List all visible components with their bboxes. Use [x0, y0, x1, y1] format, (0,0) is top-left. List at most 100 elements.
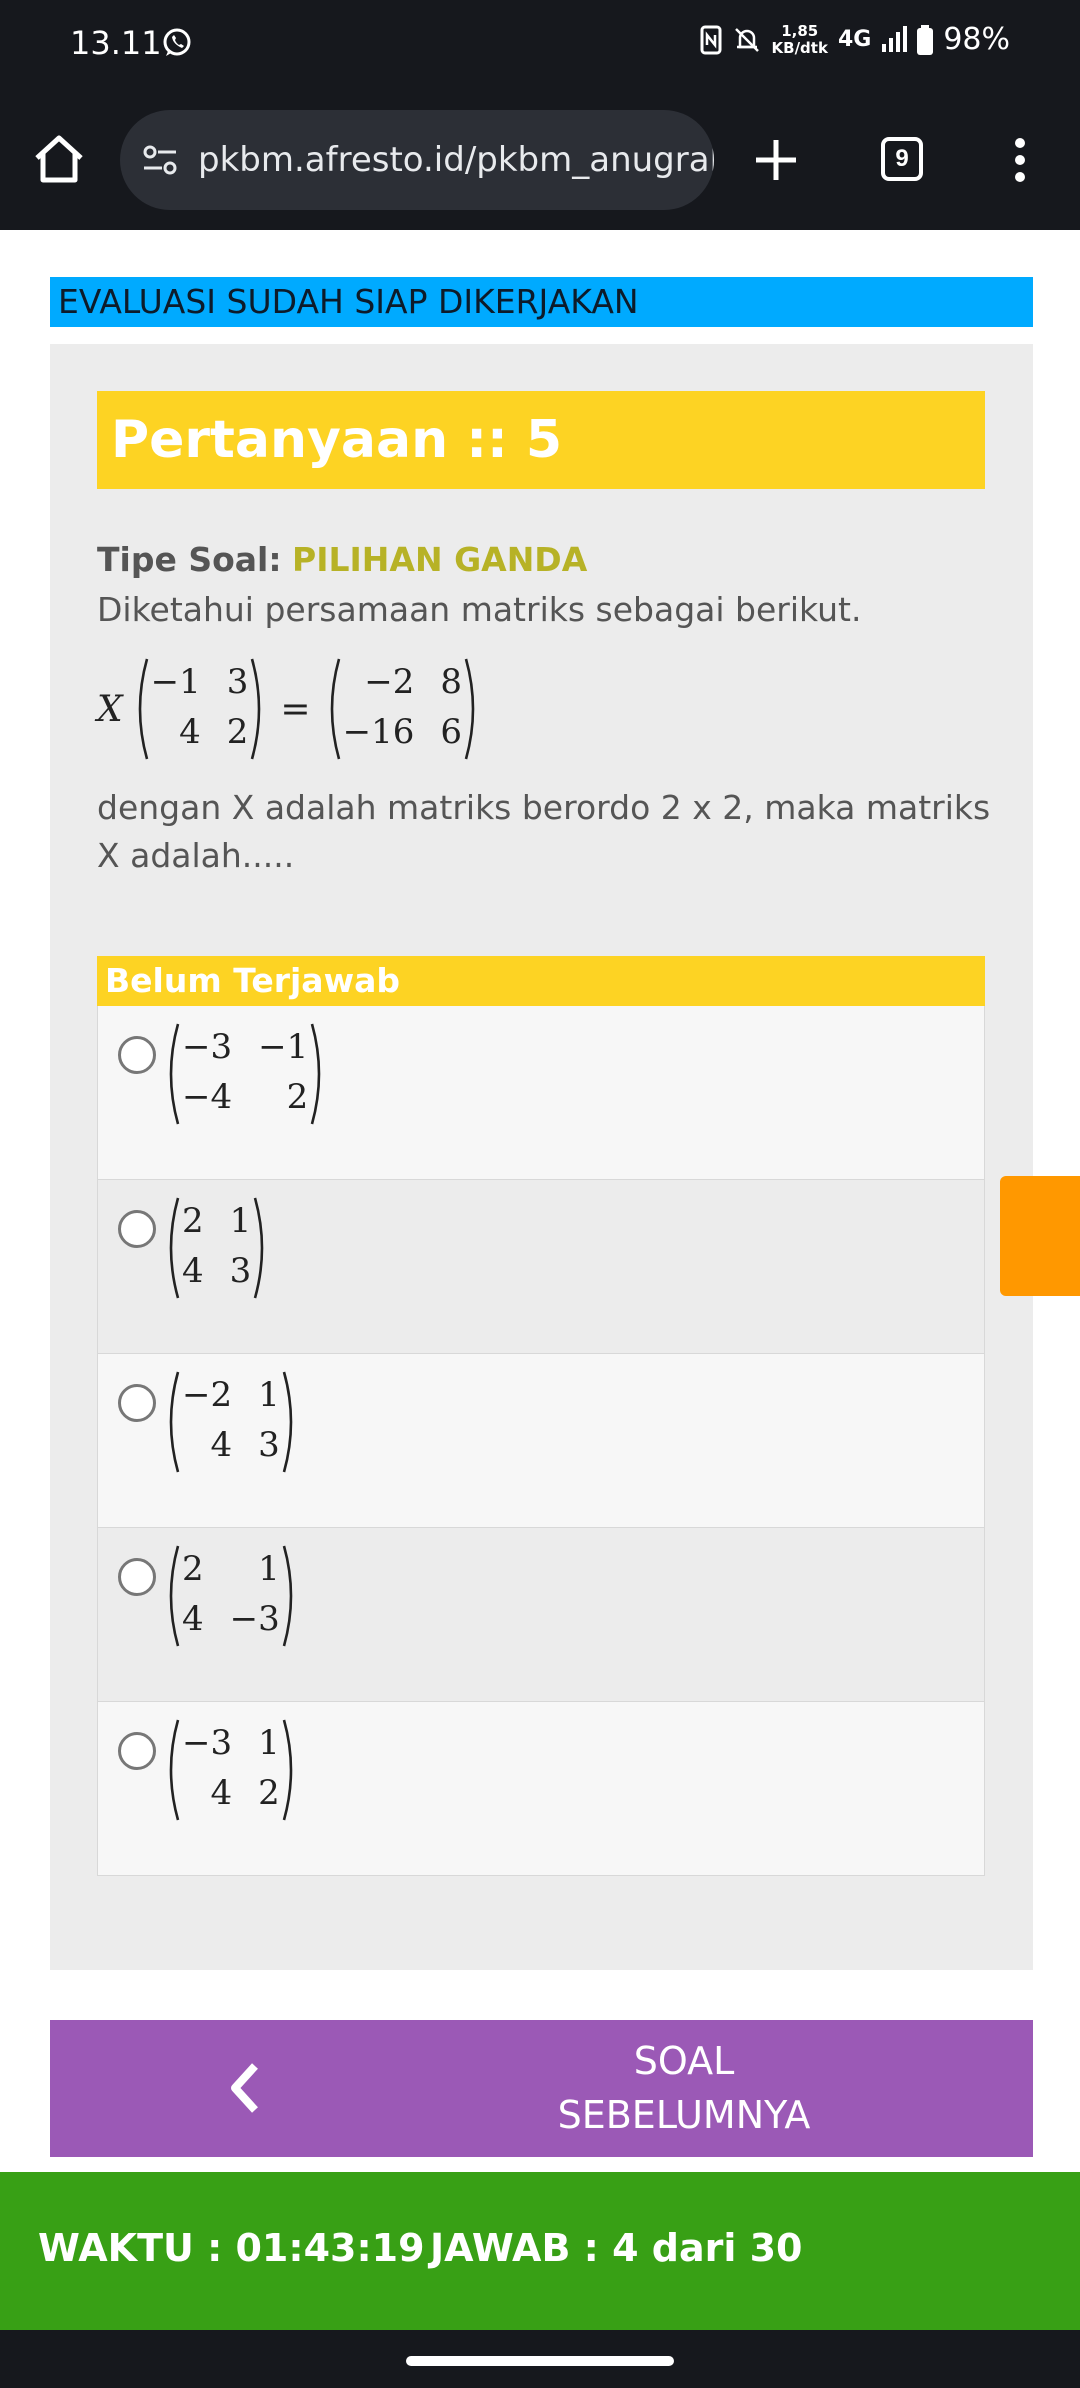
right-paren — [250, 657, 268, 761]
matrix-cell: −3 — [182, 1723, 233, 1763]
left-paren — [323, 657, 341, 761]
left-paren — [131, 657, 149, 761]
left-paren — [162, 1196, 180, 1300]
matrix-cell: 4 — [179, 712, 201, 752]
matrix-equation: X −1 3 4 2 = −2 8 −16 6 — [97, 654, 482, 764]
mute-bell-icon — [734, 27, 759, 52]
left-paren — [162, 1718, 180, 1822]
matrix-cell: 2 — [258, 1773, 280, 1813]
home-icon[interactable] — [32, 132, 86, 186]
matrix-cell: 6 — [440, 712, 462, 752]
address-bar[interactable]: pkbm.afresto.id/pkbm_anugrahb — [120, 110, 714, 210]
left-paren — [162, 1544, 180, 1648]
radio-button[interactable] — [118, 1732, 156, 1770]
evaluation-banner: EVALUASI SUDAH SIAP DIKERJAKAN — [50, 277, 1033, 327]
matrix-cell: 4 — [182, 1251, 204, 1291]
matrix-cell: 1 — [229, 1201, 252, 1241]
matrix-cell: −4 — [182, 1077, 233, 1117]
matrix-cell: 1 — [258, 1549, 280, 1589]
battery-icon — [917, 24, 934, 55]
option-matrix: −2 1 4 3 — [162, 1370, 300, 1474]
matrix-cell: 2 — [286, 1077, 309, 1117]
answer-status: Belum Terjawab — [97, 956, 985, 1006]
matrix-cell: 3 — [258, 1425, 280, 1465]
equals-sign: = — [280, 688, 311, 730]
rhs-matrix: −2 8 −16 6 — [323, 657, 482, 761]
matrix-cell: 2 — [226, 712, 249, 752]
option-matrix: 2 1 4 3 — [162, 1196, 271, 1300]
option-matrix: −3 1 4 2 — [162, 1718, 300, 1822]
right-paren — [282, 1544, 300, 1648]
side-panel-tab[interactable] — [1000, 1176, 1080, 1296]
time-remaining: WAKTU : 01:43:19 — [38, 2226, 425, 2270]
lhs-matrix: −1 3 4 2 — [131, 657, 269, 761]
option-matrix: −3 −1 −4 2 — [162, 1022, 328, 1126]
previous-question-button[interactable]: SOAL SEBELUMNYA — [50, 2020, 1033, 2157]
battery-percent: 98% — [943, 22, 1010, 57]
more-menu-icon[interactable] — [1012, 136, 1028, 184]
status-time: 13.11 — [70, 24, 162, 62]
answer-option-b[interactable]: 2 1 4 3 — [97, 1180, 985, 1354]
matrix-cell: 1 — [258, 1723, 280, 1763]
status-icons: 1,85 KB/dtk 4G 98% — [700, 22, 1010, 57]
radio-button[interactable] — [118, 1036, 156, 1074]
matrix-cell: 3 — [226, 662, 249, 702]
previous-label-line2: SEBELUMNYA — [557, 2093, 811, 2137]
matrix-cell: 2 — [182, 1201, 204, 1241]
gesture-handle[interactable] — [406, 2356, 674, 2366]
whatsapp-icon — [163, 28, 191, 56]
answer-option-e[interactable]: −3 1 4 2 — [97, 1702, 985, 1876]
matrix-cell: 3 — [229, 1251, 252, 1291]
browser-toolbar: pkbm.afresto.id/pkbm_anugrahb 9 — [0, 90, 1080, 230]
speed-value: 1,85 — [781, 21, 819, 40]
matrix-cell: −3 — [182, 1027, 233, 1067]
question-type: Tipe Soal: PILIHAN GANDA — [97, 540, 587, 579]
new-tab-icon[interactable] — [752, 136, 800, 184]
answered-count: JAWAB : 4 dari 30 — [430, 2226, 803, 2270]
matrix-cell: 2 — [182, 1549, 204, 1589]
tab-switcher-button[interactable]: 9 — [881, 137, 923, 181]
data-speed: 1,85 KB/dtk — [771, 21, 828, 57]
speed-unit: KB/dtk — [771, 38, 828, 57]
radio-button[interactable] — [118, 1384, 156, 1422]
matrix-cell: −16 — [342, 712, 415, 752]
right-paren — [282, 1370, 300, 1474]
matrix-cell: 4 — [210, 1773, 233, 1813]
matrix-cell: 4 — [210, 1425, 233, 1465]
radio-button[interactable] — [118, 1558, 156, 1596]
exam-footer: WAKTU : 01:43:19 JAWAB : 4 dari 30 — [0, 2172, 1080, 2330]
question-type-label: Tipe Soal: — [97, 540, 282, 579]
right-paren — [282, 1718, 300, 1822]
previous-label-line1: SOAL — [633, 2039, 735, 2083]
answer-list: Belum Terjawab −3 −1 −4 2 2 1 4 3 −2 1 4… — [97, 956, 985, 1876]
matrix-cell: −2 — [364, 662, 415, 702]
matrix-cell: 8 — [440, 662, 462, 702]
question-title: Pertanyaan :: 5 — [97, 391, 985, 489]
matrix-cell: 4 — [182, 1599, 204, 1639]
signal-icon — [882, 25, 908, 52]
left-paren — [162, 1022, 180, 1126]
question-intro: Diketahui persamaan matriks sebagai beri… — [97, 590, 862, 629]
network-type: 4G — [837, 27, 872, 52]
matrix-cell: −3 — [229, 1599, 280, 1639]
question-type-value: PILIHAN GANDA — [292, 540, 588, 579]
answer-option-d[interactable]: 2 1 4 −3 — [97, 1528, 985, 1702]
right-paren — [310, 1022, 328, 1126]
matrix-cell: −1 — [258, 1027, 309, 1067]
nfc-icon — [700, 25, 722, 54]
matrix-cell: 1 — [258, 1375, 280, 1415]
previous-question-label: SOAL SEBELUMNYA — [490, 2034, 878, 2142]
radio-button[interactable] — [118, 1210, 156, 1248]
equation-variable: X — [97, 688, 123, 730]
matrix-cell: −2 — [182, 1375, 233, 1415]
status-bar: 13.11 1,85 KB/dtk 4G 98% — [0, 0, 1080, 90]
site-settings-icon[interactable] — [140, 140, 180, 180]
question-text: dengan X adalah matriks berordo 2 x 2, m… — [97, 788, 991, 875]
option-matrix: 2 1 4 −3 — [162, 1544, 300, 1648]
right-paren — [464, 657, 482, 761]
answer-option-a[interactable]: −3 −1 −4 2 — [97, 1006, 985, 1180]
answer-option-c[interactable]: −2 1 4 3 — [97, 1354, 985, 1528]
url-text[interactable]: pkbm.afresto.id/pkbm_anugrahb — [198, 140, 714, 180]
system-nav-bar — [0, 2330, 1080, 2388]
left-paren — [162, 1370, 180, 1474]
